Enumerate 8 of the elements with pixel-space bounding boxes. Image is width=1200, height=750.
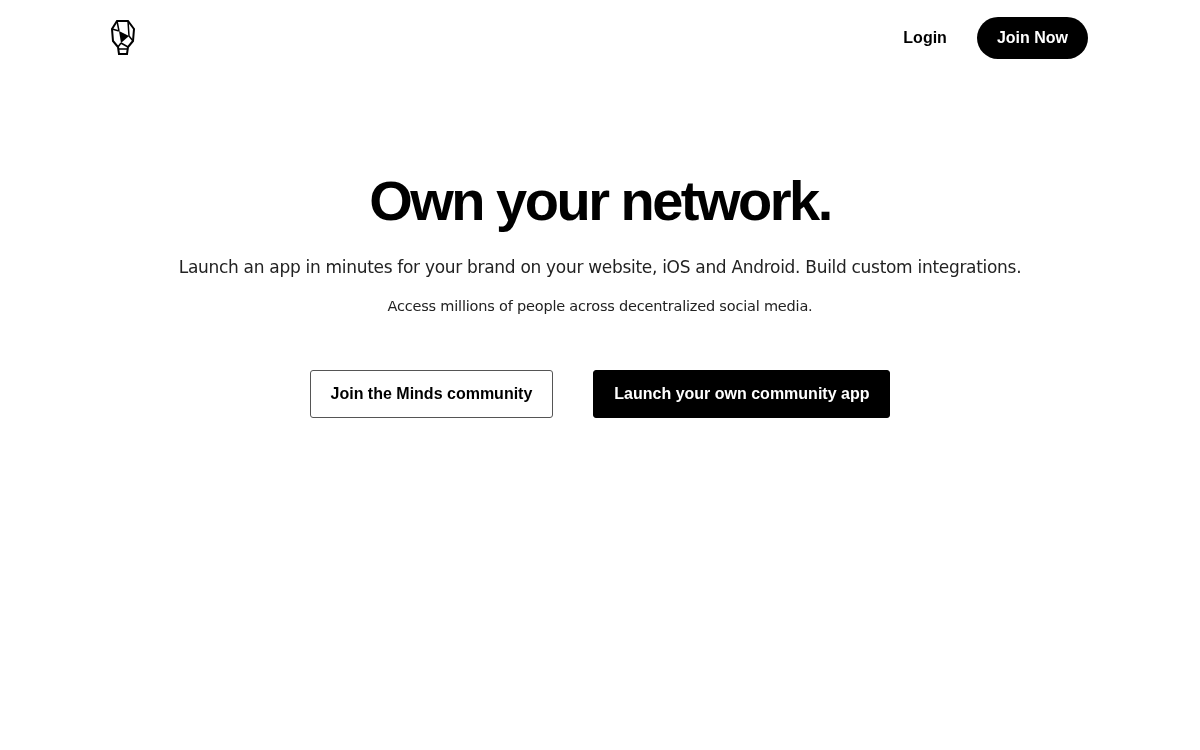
hero-title: Own your network. (369, 171, 831, 231)
login-link[interactable]: Login (903, 29, 947, 47)
launch-app-button[interactable]: Launch your own community app (593, 370, 891, 418)
join-community-button[interactable]: Join the Minds community (309, 370, 554, 418)
hero-subtitle: Launch an app in minutes for your brand on your website, iOS and Android. Build custom integrations. (178, 257, 1022, 277)
join-now-button[interactable]: Join Now (976, 17, 1088, 59)
hero-note: Access millions of people across decentralized social media. (387, 298, 813, 314)
logo-icon[interactable] (110, 19, 136, 57)
